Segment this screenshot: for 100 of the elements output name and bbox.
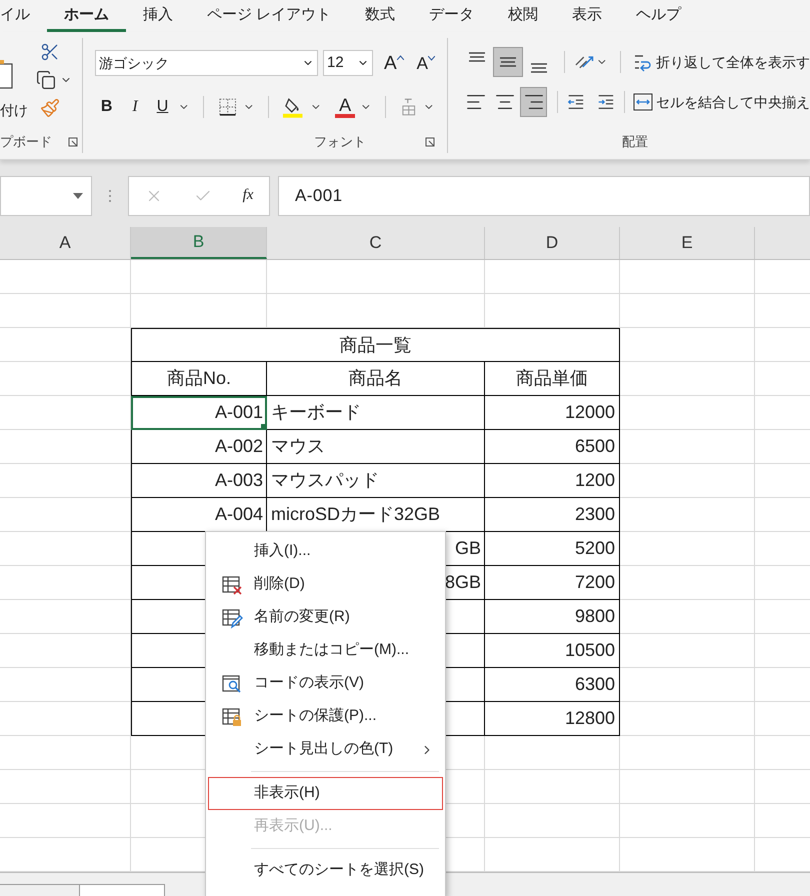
horizontal-align-button[interactable] [520, 87, 548, 117]
table-cell: 9800 [485, 600, 620, 634]
wrap-text-button[interactable]: 折り返して全体を表示す [656, 52, 810, 72]
grid-cell[interactable] [267, 260, 485, 294]
fill-color-icon[interactable] [282, 95, 306, 119]
clipboard-icon[interactable] [0, 60, 14, 90]
borders-icon[interactable] [216, 96, 238, 118]
grid-cell[interactable] [620, 430, 755, 464]
fill-handle[interactable] [261, 424, 266, 429]
formula-field[interactable]: A-001 [278, 176, 810, 216]
grid-cell[interactable] [267, 294, 485, 328]
font-name-field[interactable]: 游ゴシック [95, 50, 318, 76]
grid-cell[interactable] [0, 396, 131, 430]
grid-cell[interactable] [620, 668, 755, 702]
ribbon-tab[interactable]: ページ レイアウト [190, 2, 348, 32]
grid-cell[interactable] [620, 566, 755, 600]
grid-cell[interactable] [620, 260, 755, 294]
grid-cell[interactable] [0, 532, 131, 566]
column-header[interactable]: D [485, 227, 620, 259]
table-cell[interactable]: A-002 [131, 430, 267, 464]
grid-cell[interactable] [0, 260, 131, 294]
font-color-letter[interactable]: A [339, 96, 352, 114]
table-cell[interactable]: A-003 [131, 464, 267, 498]
grid-cell[interactable] [0, 770, 131, 804]
ribbon-tab[interactable]: 挿入 [126, 2, 190, 32]
grid-cell[interactable] [0, 464, 131, 498]
table-cell: マウス [267, 430, 485, 464]
grid-cell[interactable] [485, 736, 620, 770]
grid-cell[interactable] [620, 396, 755, 430]
grid-cell[interactable] [485, 804, 620, 838]
menu-item[interactable]: シート見出しの色(T) [208, 733, 443, 766]
paste-label[interactable]: 付け [0, 100, 28, 121]
italic-button[interactable]: I [123, 95, 147, 119]
underline-button[interactable]: U [152, 95, 174, 119]
menu-item[interactable]: 移動またはコピー(M)... [208, 634, 443, 667]
ribbon-tab[interactable]: 数式 [348, 2, 412, 32]
grid-cell[interactable] [620, 532, 755, 566]
grid-cell[interactable] [0, 804, 131, 838]
sheet-tab[interactable] [80, 884, 165, 896]
cut-icon[interactable] [40, 42, 60, 62]
grid-cell[interactable] [485, 770, 620, 804]
grid-cell[interactable] [620, 736, 755, 770]
dropdown-icon[interactable] [73, 192, 83, 198]
grow-font-button[interactable]: A [384, 54, 404, 72]
menu-item[interactable]: シートの保護(P)... [208, 700, 443, 733]
table-cell: キーボード [267, 396, 485, 430]
grid-cell[interactable] [620, 498, 755, 532]
grid-cell[interactable] [0, 430, 131, 464]
grid-cell[interactable] [620, 362, 755, 396]
grid-cell[interactable] [0, 668, 131, 702]
dialog-launcher-icon[interactable] [425, 137, 435, 147]
menu-item[interactable]: 名前の変更(R) [208, 601, 443, 634]
grid-cell[interactable] [620, 770, 755, 804]
group-label: 配置 [622, 133, 648, 152]
menu-item[interactable]: コードの表示(V) [208, 667, 443, 700]
grid-cell[interactable] [0, 294, 131, 328]
ribbon-tab[interactable]: 校閲 [491, 2, 556, 32]
grid-cell[interactable] [0, 634, 131, 668]
grid-cell[interactable] [620, 634, 755, 668]
merge-cells-icon[interactable] [633, 92, 653, 112]
column-header[interactable]: B [131, 227, 267, 259]
bold-button[interactable]: B [95, 95, 118, 119]
menu-item[interactable]: 非表示(H) [208, 777, 443, 810]
caret-icon [428, 56, 436, 60]
format-painter-icon[interactable] [40, 98, 60, 118]
ribbon-tab[interactable]: ヘルプ [619, 2, 698, 32]
delete-sheet-icon [220, 574, 242, 596]
dialog-launcher-icon[interactable] [68, 137, 78, 147]
grid-cell[interactable] [620, 702, 755, 736]
grid-cell[interactable] [620, 294, 755, 328]
grip-icon [108, 188, 112, 202]
grid-cell[interactable] [131, 260, 267, 294]
grid-cell[interactable] [620, 804, 755, 838]
grid-cell[interactable] [0, 702, 131, 736]
merge-center-button[interactable]: セルを結合して中央揃え [656, 92, 810, 112]
grid-cell[interactable] [485, 260, 620, 294]
grid-cell[interactable] [0, 328, 131, 362]
ribbon-tab[interactable]: イル [0, 2, 47, 32]
grid-cell[interactable] [0, 362, 131, 396]
table-header-cell: 商品No. [131, 362, 267, 396]
grid-cell[interactable] [620, 600, 755, 634]
column-header[interactable]: E [620, 227, 755, 259]
table-cell[interactable]: A-001 [131, 396, 267, 430]
grid-cell[interactable] [131, 294, 267, 328]
shrink-font-button[interactable]: A [416, 54, 436, 72]
ribbon-tab[interactable]: 表示 [555, 2, 620, 32]
grid-cell[interactable] [0, 600, 131, 634]
grid-cell[interactable] [620, 464, 755, 498]
grid-cell[interactable] [620, 328, 755, 362]
vertical-align-button[interactable] [493, 47, 523, 77]
grid-cell[interactable] [0, 566, 131, 600]
font-size-field[interactable]: 12 [322, 50, 373, 76]
grid-cell[interactable] [485, 294, 620, 328]
menu-item[interactable]: すべてのシートを選択(S) [208, 854, 443, 887]
grid-cell[interactable] [0, 498, 131, 532]
insert-function-button[interactable]: fx [242, 184, 254, 207]
copy-icon[interactable] [36, 70, 56, 90]
column-header[interactable]: C [267, 227, 485, 259]
ribbon-tab[interactable]: データ [412, 2, 492, 32]
grid-cell[interactable] [0, 736, 131, 770]
